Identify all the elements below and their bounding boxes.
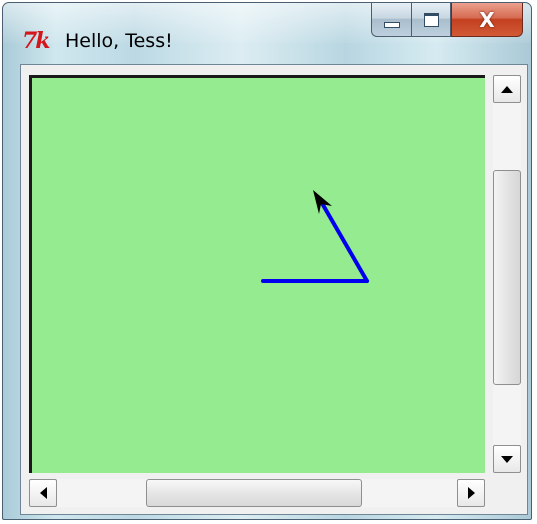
- scrollbar-corner: [493, 479, 521, 507]
- arrow-right-icon: [467, 487, 475, 499]
- arrow-up-icon: [501, 85, 513, 93]
- close-icon: X: [479, 7, 495, 32]
- caption-buttons: X: [371, 3, 523, 39]
- vertical-scrollbar[interactable]: [493, 75, 521, 473]
- vertical-scroll-thumb[interactable]: [493, 170, 521, 385]
- horizontal-scroll-thumb[interactable]: [146, 479, 362, 507]
- arrow-down-icon: [501, 455, 513, 463]
- maximize-button[interactable]: [411, 3, 451, 37]
- minimize-button[interactable]: [371, 3, 411, 37]
- scroll-left-button[interactable]: [29, 479, 57, 507]
- scroll-down-button[interactable]: [493, 445, 521, 473]
- turtle-drawing: [261, 190, 369, 283]
- drawing-canvas[interactable]: [29, 75, 485, 473]
- title-bar[interactable]: 7k Hello, Tess! X: [3, 3, 531, 65]
- turtle-path-diagonal: [317, 196, 369, 283]
- turtle-cursor-icon: [313, 190, 332, 214]
- maximize-icon: [423, 12, 439, 27]
- scroll-up-button[interactable]: [493, 75, 521, 103]
- minimize-icon: [383, 21, 400, 28]
- client-area: [20, 64, 528, 515]
- tk-feather-icon[interactable]: 7k: [22, 28, 56, 54]
- arrow-left-icon: [39, 487, 47, 499]
- scroll-right-button[interactable]: [457, 479, 485, 507]
- window-title: Hello, Tess!: [65, 30, 173, 52]
- app-window: 7k Hello, Tess! X: [2, 2, 532, 520]
- horizontal-scrollbar[interactable]: [29, 479, 485, 507]
- close-button[interactable]: X: [451, 3, 523, 37]
